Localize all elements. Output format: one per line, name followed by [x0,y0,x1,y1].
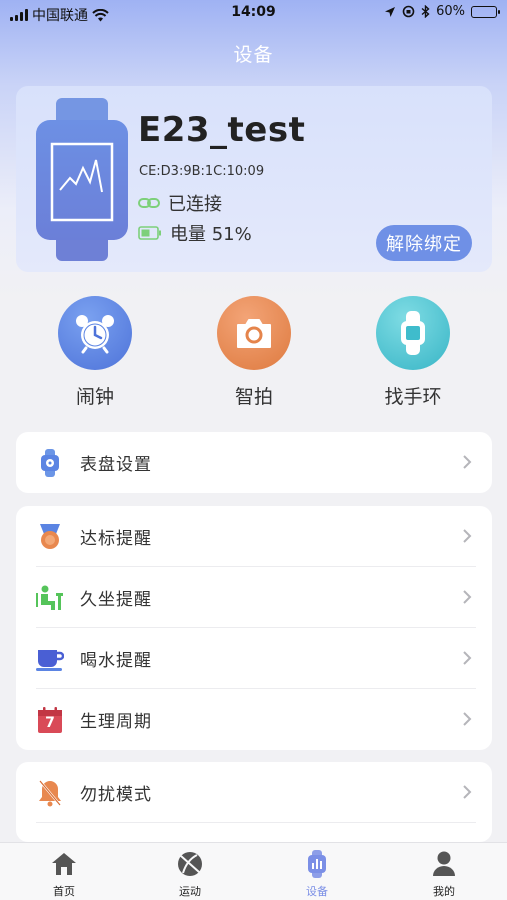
dial-settings-card: 表盘设置 [16,432,492,493]
dnd-row[interactable]: 勿扰模式 [16,762,492,823]
connection-status-row: 已连接 [138,190,222,216]
chevron-right-icon [463,712,472,726]
status-bar: 中国联通 14:09 60% [0,0,507,28]
goal-reminder-label: 达标提醒 [80,529,152,549]
alarm-label: 闹钟 [75,386,114,408]
tab-sport[interactable]: 运动 [150,849,230,899]
find-band-button[interactable]: 找手环 [358,296,468,409]
ball-icon [178,852,202,876]
camera-button[interactable]: 智拍 [199,296,309,409]
dnd-card: 勿扰模式 [16,762,492,842]
dial-settings-label: 表盘设置 [80,455,152,475]
device-card: E23_test CE:D3:9B:1C:10:09 已连接 电量 51% 解除… [16,86,492,272]
battery-icon [471,5,500,18]
battery-level: 电量 51% [170,224,252,245]
tab-profile[interactable]: 我的 [404,849,484,899]
tab-profile-label: 我的 [433,885,455,898]
device-battery-icon [138,226,161,240]
link-icon [138,198,160,208]
sedentary-reminder-label: 久坐提醒 [80,590,152,610]
smartwatch-icon [36,98,128,261]
chevron-right-icon [463,455,472,469]
calendar-icon: 7 [36,706,64,734]
goal-reminder-row[interactable]: 达标提醒 [16,506,492,567]
bluetooth-icon [421,5,430,18]
water-reminder-label: 喝水提醒 [80,651,152,671]
home-icon [52,853,76,875]
calendar-day: 7 [45,714,55,731]
tab-home[interactable]: 首页 [24,849,104,899]
battery-percent: 60% [436,4,465,19]
profile-icon [433,851,455,876]
camera-label: 智拍 [234,386,273,408]
quick-actions: 闹钟 智拍 找手环 [0,296,507,416]
chevron-right-icon [463,590,472,604]
device-icon [308,850,326,878]
tab-bar: 首页 运动 设备 我的 [0,842,507,900]
connection-status: 已连接 [168,194,222,215]
dnd-label: 勿扰模式 [80,785,152,805]
menstrual-cycle-label: 生理周期 [80,712,152,732]
chevron-right-icon [463,529,472,543]
water-reminder-row[interactable]: 喝水提醒 [16,628,492,689]
medal-icon [36,523,64,551]
find-band-label: 找手环 [384,386,442,408]
menstrual-cycle-row[interactable]: 7 生理周期 [16,689,492,750]
tab-sport-label: 运动 [179,885,201,898]
device-mac-address: CE:D3:9B:1C:10:09 [139,164,265,179]
dial-settings-row[interactable]: 表盘设置 [16,432,492,493]
location-icon [385,6,396,17]
sedentary-reminder-row[interactable]: 久坐提醒 [16,567,492,628]
bell-off-icon [36,779,64,807]
tab-device[interactable]: 设备 [277,849,357,899]
band-icon [376,296,450,370]
sedentary-icon [36,584,64,612]
page-title: 设备 [233,44,274,66]
chevron-right-icon [463,651,472,665]
tab-device-label: 设备 [306,885,328,898]
alarm-button[interactable]: 闹钟 [40,296,150,409]
unbind-button[interactable]: 解除绑定 [376,225,472,261]
device-name: E23_test [138,110,306,150]
reminders-card: 达标提醒 久坐提醒 喝水提醒 7 生理周期 [16,506,492,750]
cup-icon [36,645,64,673]
watch-face-icon [36,448,64,477]
orientation-lock-icon [402,5,415,18]
battery-status-row: 电量 51% [138,220,252,246]
chevron-right-icon [463,785,472,799]
camera-icon [217,296,291,370]
tab-home-label: 首页 [53,885,75,898]
alarm-clock-icon [58,296,132,370]
